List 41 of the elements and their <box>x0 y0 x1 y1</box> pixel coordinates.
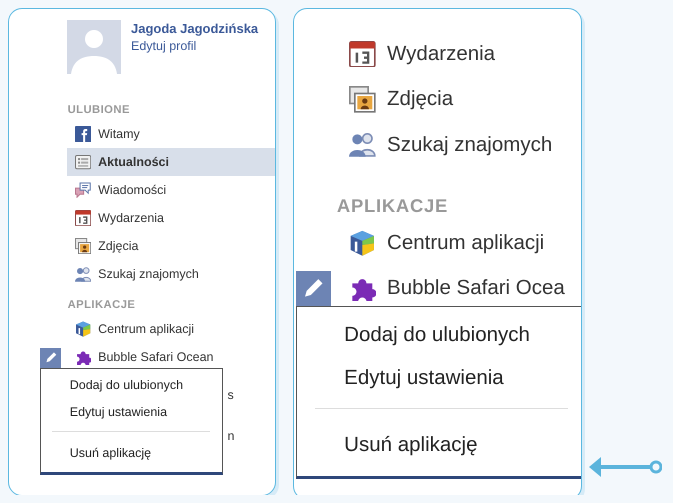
sidebar-item[interactable]: Bubble Safari Ocea <box>336 265 581 311</box>
facebook-icon <box>75 126 92 142</box>
sidebar-item[interactable]: Wiadomości <box>67 176 275 204</box>
menu-item[interactable]: Dodaj do ulubionych <box>297 312 581 356</box>
profile-name[interactable]: Jagoda Jagodzińska <box>131 20 261 38</box>
sidebar-item[interactable]: Szukaj znajomych <box>336 122 581 167</box>
cube-icon <box>349 230 376 256</box>
edit-button[interactable] <box>40 348 62 368</box>
sidebar-item[interactable]: Centrum aplikacji <box>67 315 275 344</box>
section-heading: APLIKACJE <box>336 194 450 218</box>
friends-icon <box>349 130 376 158</box>
sidebar-item[interactable]: Szukaj znajomych <box>67 260 275 288</box>
covered-item-text: s <box>228 388 234 402</box>
section-heading: ULUBIONE <box>67 103 131 118</box>
calendar-icon <box>349 40 376 68</box>
sidebar-item[interactable]: Aktualności <box>67 148 275 176</box>
menu-item[interactable]: Usuń aplikację <box>297 422 581 466</box>
sidebar-item[interactable]: Bubble Safari Ocean <box>67 343 275 372</box>
menu-item[interactable]: Usuń aplikację <box>41 440 222 466</box>
photos-icon <box>349 86 376 112</box>
sidebar-item[interactable]: Witamy <box>67 120 275 148</box>
sidebar-item[interactable]: Wydarzenia <box>336 32 581 77</box>
chat-bubbles-icon <box>75 182 92 198</box>
photos-icon <box>75 238 92 254</box>
avatar <box>67 20 121 74</box>
edit-profile-link[interactable]: Edytuj profil <box>131 38 261 55</box>
puzzle-piece-icon <box>75 349 92 366</box>
covered-item-text: n <box>228 430 234 443</box>
sidebar-item[interactable]: Centrum aplikacji <box>336 220 581 266</box>
calendar-icon <box>75 210 92 226</box>
menu-item[interactable]: Dodaj do ulubionych <box>41 372 222 399</box>
menu-item[interactable]: Edytuj ustawienia <box>41 398 222 425</box>
menu-item[interactable]: Edytuj ustawienia <box>297 356 581 400</box>
friends-icon <box>75 266 92 282</box>
sidebar-item[interactable]: Zdjęcia <box>67 232 275 260</box>
sidebar-item[interactable]: Wydarzenia <box>67 204 275 232</box>
cube-icon <box>75 321 92 338</box>
section-heading: APLIKACJE <box>67 298 136 313</box>
edit-button[interactable] <box>296 270 331 306</box>
sidebar-item[interactable]: Zdjęcia <box>336 76 581 122</box>
news-feed-icon <box>75 154 92 170</box>
